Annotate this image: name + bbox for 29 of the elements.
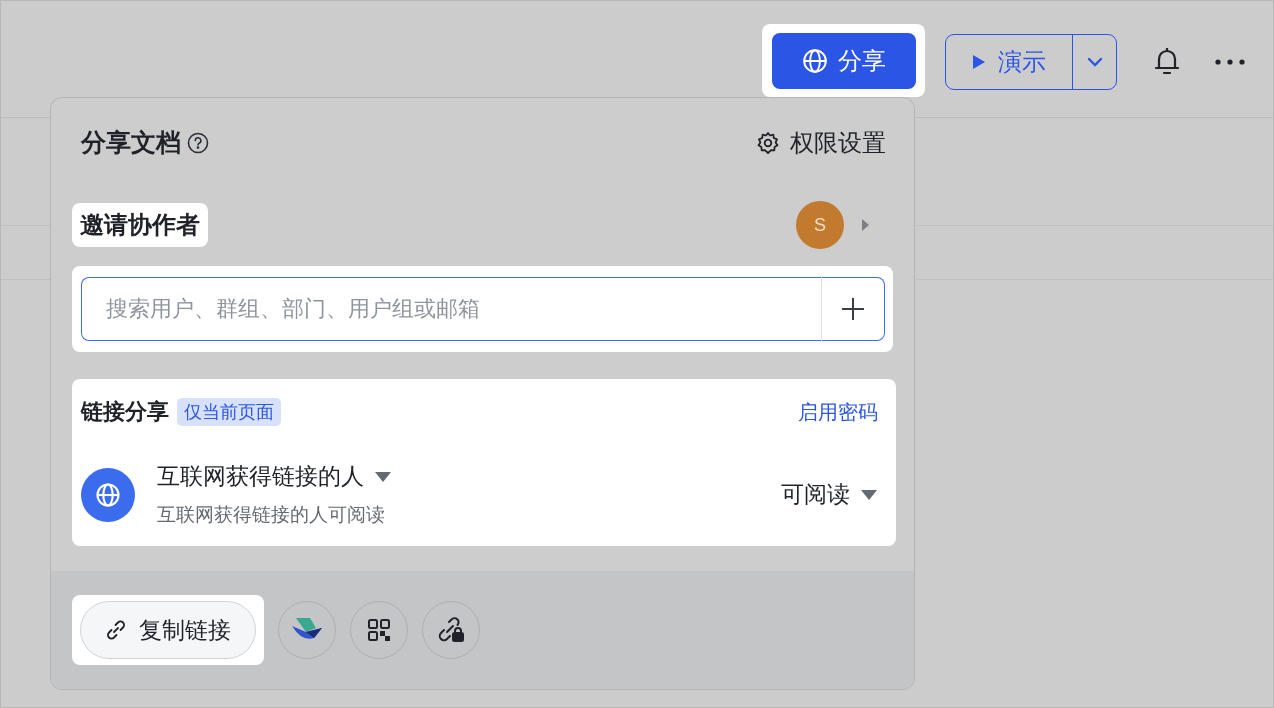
settings-icon (756, 130, 780, 155)
audience-dropdown[interactable]: 互联网获得链接的人 (157, 461, 392, 492)
play-icon (972, 54, 986, 70)
bell-icon[interactable] (1153, 46, 1181, 76)
plus-icon (840, 296, 866, 322)
enable-password-link[interactable]: 启用密码 (798, 398, 878, 426)
audience-description: 互联网获得链接的人可阅读 (157, 503, 385, 527)
caret-down-icon (374, 470, 392, 483)
section-label: 邀请协作者 (80, 211, 200, 238)
share-button[interactable]: 分享 (772, 33, 916, 89)
search-field[interactable]: 搜索用户、群组、部门、用户组或邮箱 (81, 277, 821, 341)
present-button[interactable]: 演示 (946, 35, 1073, 89)
add-button[interactable] (821, 277, 885, 341)
chevron-down-icon (1085, 56, 1104, 68)
globe-icon (81, 467, 135, 522)
caret-down-icon (860, 488, 878, 501)
section-label: 链接分享 (81, 398, 169, 426)
help-icon[interactable] (187, 131, 209, 154)
link-lock-icon (437, 616, 465, 644)
link-icon (105, 619, 127, 641)
popup-title: 分享文档 (81, 127, 181, 158)
qr-code-icon (367, 618, 391, 642)
scope-tag: 仅当前页面 (177, 398, 281, 426)
permission-settings-button[interactable]: 权限设置 (756, 126, 886, 159)
permission-dropdown[interactable]: 可阅读 (781, 479, 878, 510)
more-icon[interactable] (1214, 58, 1246, 66)
globe-icon (802, 48, 828, 74)
copy-link-button[interactable]: 复制链接 (80, 601, 256, 659)
caret-right-icon[interactable] (860, 218, 870, 232)
